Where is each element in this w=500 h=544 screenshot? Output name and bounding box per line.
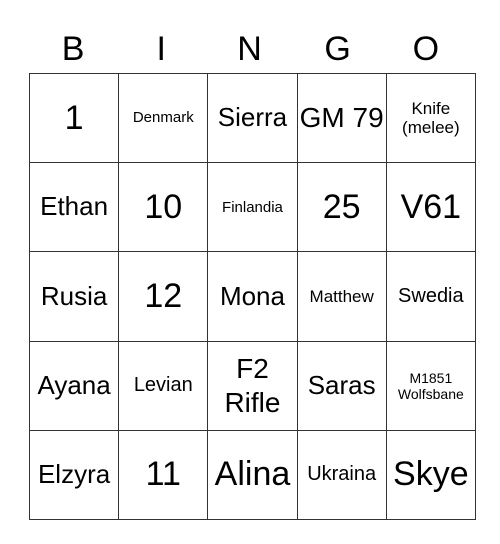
bingo-cell[interactable]: 10: [118, 162, 209, 253]
header-letter-o: O: [412, 30, 440, 68]
bingo-cell-text: F2 Rifle: [224, 353, 281, 418]
bingo-cell-text: Rusia: [40, 280, 108, 311]
bingo-cell[interactable]: 11: [118, 429, 209, 520]
bingo-cell[interactable]: Swedia: [385, 251, 476, 342]
header-letter-g: G: [324, 30, 351, 68]
bingo-cell-text: Swedia: [398, 284, 464, 307]
bingo-cell[interactable]: M1851 Wolfsbane: [385, 340, 476, 431]
header-letter-b: B: [61, 30, 85, 68]
bingo-cell[interactable]: Mona: [207, 251, 298, 342]
bingo-cell[interactable]: Levian: [118, 340, 209, 431]
bingo-row: 1 Denmark Sierra GM 79 Knife (melee): [28, 72, 476, 164]
bingo-cell[interactable]: Finlandia: [207, 162, 298, 253]
bingo-header: B I N G O: [29, 26, 470, 73]
bingo-row: Ethan 10 Finlandia 25 V61: [28, 162, 476, 253]
bingo-cell-text: Matthew: [309, 286, 374, 306]
bingo-cell-text: Sierra: [217, 102, 288, 133]
bingo-cell[interactable]: Rusia: [28, 251, 120, 342]
bingo-cell-text: Saras: [307, 369, 376, 400]
bingo-cell-text: Finlandia: [222, 198, 283, 216]
bingo-cell-text: 25: [322, 187, 361, 226]
bingo-cell[interactable]: V61: [385, 162, 476, 253]
bingo-cell-text: 12: [144, 276, 183, 315]
bingo-cell[interactable]: Matthew: [296, 251, 387, 342]
header-letter-i: I: [156, 30, 166, 68]
bingo-cell-text: Skye: [393, 455, 469, 494]
bingo-cell[interactable]: GM 79: [296, 72, 387, 164]
bingo-cell-text: Ukraina: [307, 463, 377, 486]
bingo-cell-text: Elzyra: [37, 458, 111, 489]
bingo-cell-text: Ayana: [37, 369, 111, 400]
bingo-cell-text: 11: [145, 455, 181, 494]
bingo-cell[interactable]: Saras: [296, 340, 387, 431]
bingo-cell[interactable]: Ethan: [28, 162, 120, 253]
bingo-cell-text: Levian: [133, 374, 193, 397]
bingo-cell[interactable]: 1: [28, 72, 120, 164]
bingo-cell[interactable]: Sierra: [207, 72, 298, 164]
bingo-cell[interactable]: Knife (melee): [385, 72, 476, 164]
bingo-cell[interactable]: Ukraina: [296, 429, 387, 520]
bingo-cell-text: Alina: [214, 455, 291, 494]
bingo-cell-text: GM 79: [299, 102, 384, 134]
bingo-grid: 1 Denmark Sierra GM 79 Knife (melee) Ethan 10 F…: [28, 72, 476, 520]
bingo-cell-text: 1: [64, 98, 84, 137]
bingo-cell[interactable]: Denmark: [118, 72, 209, 164]
bingo-cell[interactable]: Elzyra: [28, 429, 120, 520]
bingo-cell[interactable]: 25: [296, 162, 387, 253]
bingo-cell-text: 10: [144, 187, 183, 226]
bingo-cell-text: V61: [400, 187, 462, 226]
bingo-cell-text: Mona: [219, 280, 285, 311]
bingo-cell[interactable]: 12: [118, 251, 209, 342]
bingo-cell[interactable]: F2 Rifle: [207, 340, 298, 431]
bingo-cell-text: Ethan: [40, 191, 109, 222]
bingo-cell[interactable]: Ayana: [28, 340, 120, 431]
bingo-row: Rusia 12 Mona Matthew Swedia: [28, 251, 476, 342]
bingo-cell-text: Knife (melee): [402, 98, 460, 138]
bingo-cell[interactable]: Skye: [385, 429, 476, 520]
bingo-cell[interactable]: Alina: [207, 429, 298, 520]
bingo-cell-text: Denmark: [132, 109, 194, 127]
bingo-row: Ayana Levian F2 Rifle Saras M1851 Wolfsbane: [28, 340, 476, 431]
header-letter-n: N: [237, 30, 262, 68]
bingo-row: Elzyra 11 Alina Ukraina Skye: [28, 429, 476, 520]
bingo-cell-text: M1851 Wolfsbane: [397, 369, 464, 402]
